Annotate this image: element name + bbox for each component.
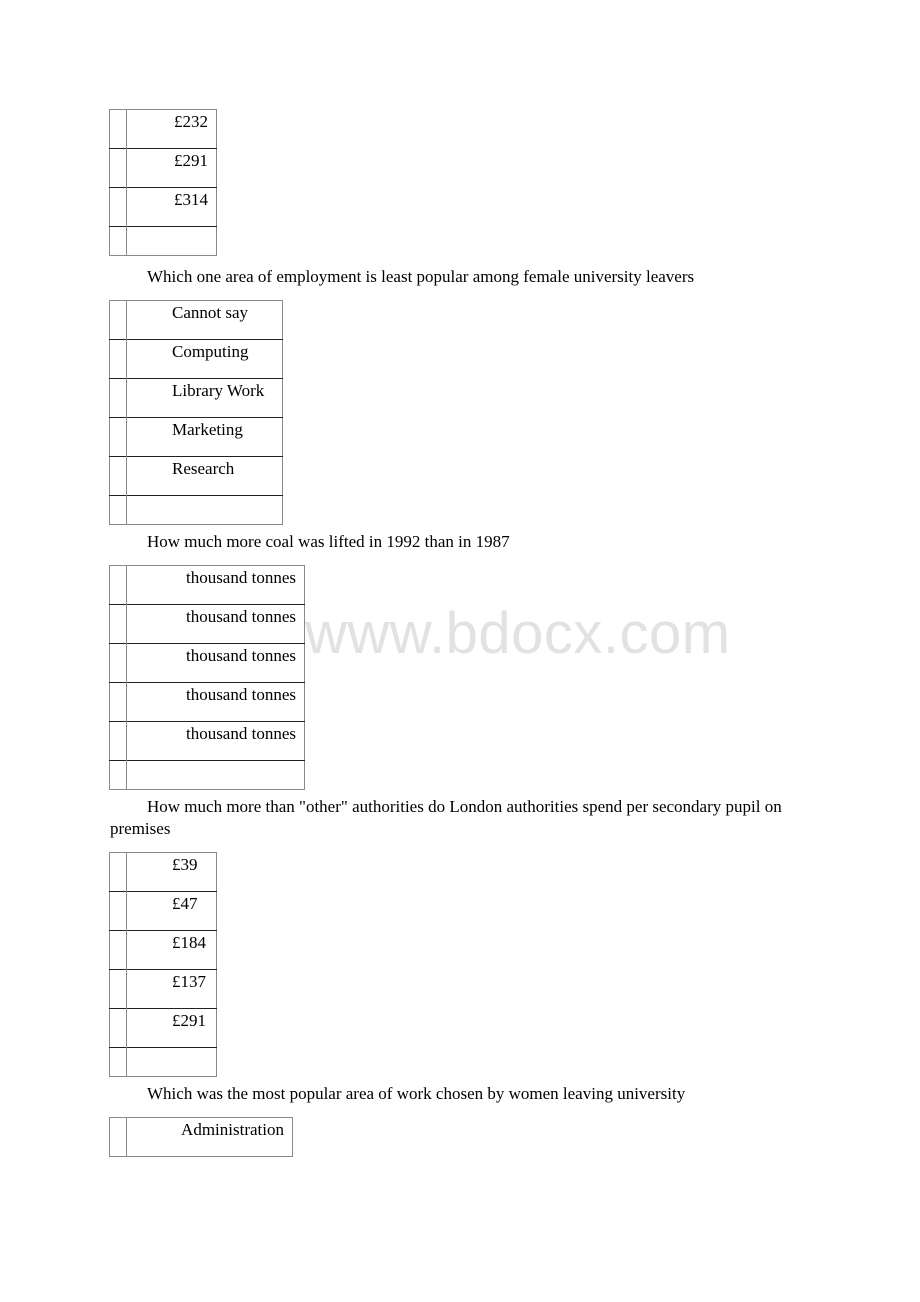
option-selector[interactable] (109, 721, 127, 761)
document-page: £232 £291 £314 Which one area of employm… (0, 0, 920, 1302)
answer-option[interactable]: £291 (109, 148, 217, 188)
option-selector[interactable] (109, 604, 127, 644)
option-selector[interactable] (109, 1047, 127, 1077)
option-selector[interactable] (109, 760, 127, 790)
answer-table-2: Cannot say Computing Library Work Market… (109, 300, 283, 525)
option-selector[interactable] (109, 456, 127, 496)
option-selector[interactable] (109, 495, 127, 525)
option-label: Cannot say (172, 303, 249, 322)
question-prompt: Which was the most popular area of work … (147, 1084, 686, 1103)
option-selector[interactable] (109, 1117, 127, 1157)
option-label: £314 (126, 187, 217, 227)
option-label (126, 495, 283, 525)
option-selector[interactable] (109, 1008, 127, 1048)
option-selector[interactable] (109, 930, 127, 970)
option-selector[interactable] (109, 852, 127, 892)
option-label: thousand tonnes (126, 721, 305, 761)
option-label: £137 (126, 969, 217, 1009)
answer-option[interactable]: thousand tonnes (109, 604, 305, 644)
answer-option[interactable]: £291 (109, 1008, 217, 1048)
option-label: £291 (126, 1008, 217, 1048)
option-selector[interactable] (109, 378, 127, 418)
answer-option[interactable]: Administration (109, 1117, 293, 1157)
option-label: Administration (181, 1120, 284, 1139)
answer-option[interactable]: thousand tonnes (109, 565, 305, 605)
question-prompt: How much more than "other" authorities d… (110, 797, 782, 838)
answer-option[interactable]: £314 (109, 187, 217, 227)
answer-option[interactable]: £137 (109, 969, 217, 1009)
option-label: £291 (126, 148, 217, 188)
answer-option[interactable]: thousand tonnes (109, 721, 305, 761)
option-label: Research (126, 456, 283, 496)
answer-option[interactable]: thousand tonnes (109, 682, 305, 722)
answer-option-blank[interactable] (109, 1047, 217, 1077)
watermark: www.bdocx.com (305, 601, 731, 666)
answer-option[interactable]: £47 (109, 891, 217, 931)
answer-option[interactable]: thousand tonnes (109, 643, 305, 683)
answer-option[interactable]: Research (109, 456, 283, 496)
option-label: thousand tonnes (185, 568, 296, 587)
option-selector[interactable] (109, 109, 127, 149)
option-selector[interactable] (109, 300, 127, 340)
option-label: £39 (172, 855, 198, 874)
answer-option-blank[interactable] (109, 226, 217, 256)
option-selector[interactable] (109, 891, 127, 931)
option-selector[interactable] (109, 339, 127, 379)
option-selector[interactable] (109, 226, 127, 256)
answer-option[interactable]: £232 (109, 109, 217, 149)
option-label (126, 760, 305, 790)
option-label: thousand tonnes (126, 682, 305, 722)
option-label: thousand tonnes (126, 643, 305, 683)
answer-option[interactable]: Library Work (109, 378, 283, 418)
option-label: £184 (126, 930, 217, 970)
answer-option[interactable]: Cannot say (109, 300, 283, 340)
option-label: thousand tonnes (126, 604, 305, 644)
answer-option[interactable]: £39 (109, 852, 217, 892)
option-label: £47 (126, 891, 217, 931)
option-label: Computing (126, 339, 283, 379)
question-prompt: Which one area of employment is least po… (147, 267, 695, 286)
option-selector[interactable] (109, 187, 127, 227)
option-selector[interactable] (109, 148, 127, 188)
option-selector[interactable] (109, 565, 127, 605)
option-label (126, 226, 217, 256)
option-label: £232 (174, 112, 208, 131)
answer-option-blank[interactable] (109, 760, 305, 790)
option-selector[interactable] (109, 417, 127, 457)
option-selector[interactable] (109, 969, 127, 1009)
answer-option-blank[interactable] (109, 495, 283, 525)
option-selector[interactable] (109, 682, 127, 722)
answer-table-3: thousand tonnes thousand tonnes thousand… (109, 565, 305, 790)
option-label: Marketing (126, 417, 283, 457)
answer-table-4: £39 £47 £184 £137 £291 (109, 852, 217, 1077)
answer-option[interactable]: Computing (109, 339, 283, 379)
option-label (126, 1047, 217, 1077)
answer-option[interactable]: Marketing (109, 417, 283, 457)
option-label: Library Work (126, 378, 283, 418)
answer-table-5: Administration (109, 1117, 293, 1157)
question-prompt: How much more coal was lifted in 1992 th… (147, 532, 510, 551)
answer-table-1: £232 £291 £314 (109, 109, 217, 256)
option-selector[interactable] (109, 643, 127, 683)
answer-option[interactable]: £184 (109, 930, 217, 970)
